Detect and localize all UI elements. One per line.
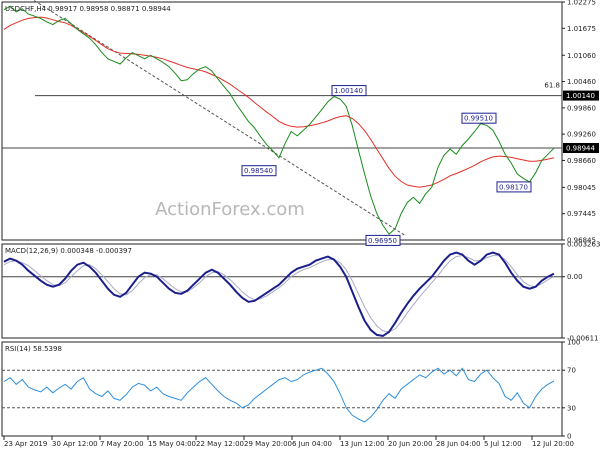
price-annotation-text: 0.99510 (464, 115, 493, 123)
y-tick-label: 70 (567, 367, 576, 375)
y-tick-label: 0.00 (567, 273, 583, 281)
panel-frame (1, 243, 563, 339)
x-tick-label: 15 May 04:00 (148, 440, 196, 448)
y-tick-label: 0.97445 (567, 210, 596, 218)
x-tick-label: 12 Jul 20:00 (532, 440, 574, 448)
x-tick-label: 29 May 20:00 (244, 440, 292, 448)
panel-frame (1, 341, 563, 437)
fibonacci-level-label: 61.8 (544, 82, 560, 90)
chart-title: USDCHF,H4 0.98917 0.98958 0.98871 0.9894… (5, 5, 171, 13)
x-tick-label: 6 Jun 04:00 (292, 440, 332, 448)
y-tick-label: 100 (567, 339, 580, 347)
price-annotation-text: 0.96950 (368, 237, 397, 245)
price-annotation-text: 0.98170 (499, 183, 528, 191)
x-tick-label: 20 Jun 20:00 (388, 440, 432, 448)
chart-svg: 1.02275 1.01675 1.01060 1.00460 0.99860 0.992… (1, 0, 600, 448)
x-tick-label: 23 Apr 2019 (4, 440, 47, 448)
macd-signal-line (3, 255, 555, 333)
price-label-text: 1.00140 (566, 92, 595, 100)
y-tick-label: 0.003263 (567, 240, 600, 248)
macd-title: MACD(12,26,9) 0.000348 -0.000397 (5, 247, 132, 255)
price-annotation-text: 1.00140 (334, 87, 363, 95)
ema-line (3, 16, 555, 188)
x-tick-label: 30 Apr 12:00 (52, 440, 98, 448)
y-tick-label: 30 (567, 404, 576, 412)
macd-line (3, 251, 555, 337)
y-tick-label: 0.99260 (567, 131, 596, 139)
y-tick-label: 1.00460 (567, 78, 596, 86)
y-tick-label: 1.02275 (567, 0, 596, 7)
rsi-title: RSI(14) 58.5398 (5, 345, 62, 353)
y-tick-label: 0.98045 (567, 184, 596, 192)
watermark-text: ActionForex.com (155, 199, 305, 220)
x-tick-label: 22 May 12:00 (196, 440, 244, 448)
x-tick-label: 28 Jun 04:00 (436, 440, 480, 448)
y-tick-label: 1.01060 (567, 52, 596, 60)
y-tick-label: 1.01675 (567, 25, 596, 33)
rsi-line (3, 367, 555, 423)
x-tick-label: 5 Jul 12:00 (484, 440, 522, 448)
price-annotation-text: 0.98540 (244, 167, 273, 175)
chart-container: 1.02275 1.01675 1.01060 1.00460 0.99860 0.992… (0, 0, 600, 450)
price-label-text: 0.98944 (566, 144, 595, 152)
x-tick-label: 13 Jun 12:00 (340, 440, 384, 448)
x-tick-label: 7 May 20:00 (100, 440, 144, 448)
y-tick-label: 0.98660 (567, 157, 596, 165)
y-tick-label: 0.99860 (567, 104, 596, 112)
